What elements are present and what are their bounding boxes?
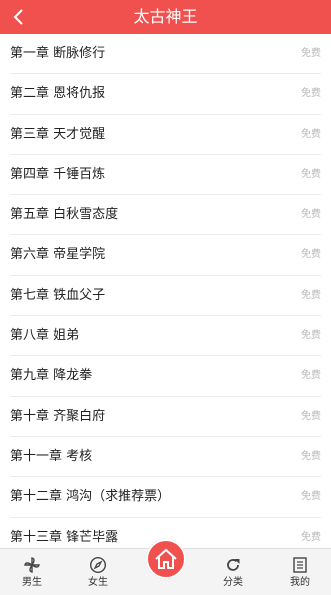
page-title: 太古神王 (133, 7, 198, 26)
chapter-title: 第四章 千锤百炼 (10, 166, 106, 182)
list-item[interactable]: 第十一章 考核 免费 (10, 437, 321, 478)
chapter-title: 第八章 姐弟 (10, 328, 80, 344)
tab-category[interactable]: 分类 (203, 549, 263, 595)
home-icon (155, 548, 177, 569)
free-badge: 免费 (301, 249, 321, 261)
list-item[interactable]: 第六章 帝星学院 免费 (10, 235, 321, 276)
book-icon (291, 556, 309, 574)
chapter-list: 第一章 断脉修行 免费 第二章 恩将仇报 免费 第三章 天才觉醒 免费 第四章 千锤百… (0, 34, 331, 548)
chapter-title: 第二章 恩将仇报 (10, 86, 106, 102)
free-badge: 免费 (301, 168, 321, 180)
free-badge: 免费 (301, 450, 321, 462)
compass-icon (89, 556, 107, 574)
chapter-title: 第十三章 锋芒毕露 (10, 529, 119, 545)
free-badge: 免费 (301, 88, 321, 100)
list-item[interactable]: 第十二章 鸿沟（求推荐票） 免费 (10, 477, 321, 518)
tab-label: 男生 (22, 577, 42, 588)
free-badge: 免费 (301, 48, 321, 59)
free-badge: 免费 (301, 491, 321, 503)
chapter-title: 第六章 帝星学院 (10, 247, 106, 263)
list-item[interactable]: 第三章 天才觉醒 免费 (10, 115, 321, 155)
free-badge: 免费 (301, 128, 321, 140)
list-item[interactable]: 第八章 姐弟 免费 (10, 316, 321, 357)
chapter-title: 第七章 铁血父子 (10, 287, 106, 303)
free-badge: 免费 (301, 289, 321, 301)
list-item[interactable]: 第七章 铁血父子 免费 (10, 276, 321, 317)
list-item[interactable]: 第九章 降龙拳 免费 (10, 356, 321, 397)
list-item[interactable]: 第二章 恩将仇报 免费 (10, 74, 321, 115)
free-badge: 免费 (301, 410, 321, 422)
free-badge: 免费 (301, 370, 321, 382)
top-bar: 太古神王 (0, 0, 331, 34)
chapter-title: 第五章 白秋雪态度 (10, 207, 119, 223)
chapter-title: 第一章 断脉修行 (10, 46, 106, 61)
list-item[interactable]: 第十章 齐聚白府 免费 (10, 397, 321, 437)
free-badge: 免费 (301, 330, 321, 342)
chapter-title: 第十章 齐聚白府 (10, 408, 106, 424)
tab-mine[interactable]: 我的 (270, 549, 330, 595)
chapter-title: 第三章 天才觉醒 (10, 126, 106, 142)
tab-male[interactable]: 男生 (2, 549, 62, 595)
free-badge: 免费 (301, 531, 321, 543)
list-item[interactable]: 第五章 白秋雪态度 免费 (10, 195, 321, 236)
tab-label: 我的 (290, 577, 310, 588)
chapter-title: 第十一章 考核 (10, 448, 93, 464)
home-button[interactable] (146, 539, 186, 579)
list-item[interactable]: 第一章 断脉修行 免费 (10, 34, 321, 75)
free-badge: 免费 (301, 209, 321, 221)
list-item[interactable]: 第四章 千锤百炼 免费 (10, 155, 321, 196)
chapter-title: 第十二章 鸿沟（求推荐票） (10, 489, 171, 505)
chapter-title: 第九章 降龙拳 (10, 368, 93, 384)
tab-female[interactable]: 女生 (68, 549, 128, 595)
tab-label: 分类 (223, 577, 243, 588)
tab-label: 女生 (88, 577, 108, 588)
refresh-icon (224, 556, 242, 574)
pinwheel-icon (23, 556, 41, 574)
